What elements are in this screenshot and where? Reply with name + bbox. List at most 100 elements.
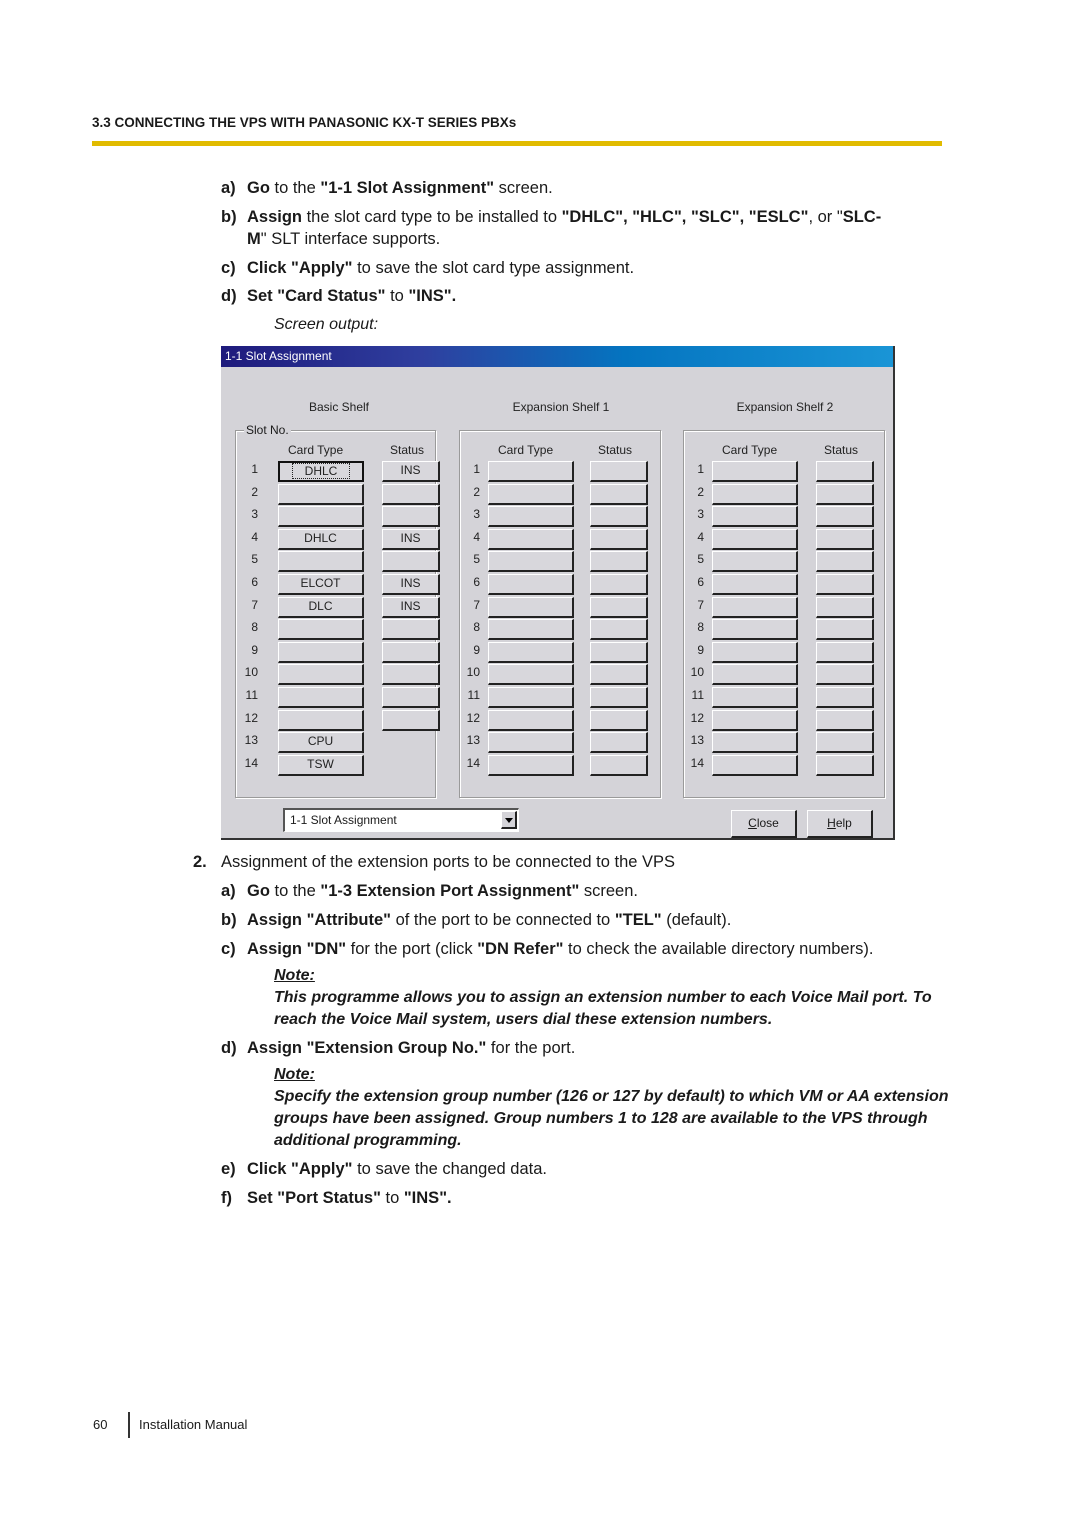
status-button[interactable] [816,687,874,708]
screen-select[interactable]: 1-1 Slot Assignment [283,808,519,832]
help-button-label: Help [827,816,852,830]
card-type-button[interactable] [712,687,798,708]
help-button[interactable]: Help [807,810,873,838]
card-type-button[interactable] [488,551,574,573]
card-type-button[interactable] [712,664,798,686]
status-button[interactable]: INS [382,574,440,595]
status-button[interactable] [816,641,874,663]
card-type-button[interactable]: ELCOT [278,574,364,595]
step-label: e) [221,1160,236,1178]
card-type-button[interactable] [488,709,574,731]
status-button[interactable] [590,596,648,618]
window-titlebar[interactable]: 1-1 Slot Assignment [221,346,893,367]
status-button[interactable] [590,687,648,708]
card-type-button[interactable] [278,709,364,731]
status-button[interactable] [382,641,440,663]
card-type-button[interactable] [488,596,574,618]
status-button[interactable] [590,461,648,482]
card-type-button[interactable] [712,596,798,618]
status-button[interactable] [382,687,440,708]
card-type-button[interactable] [278,641,364,663]
card-type-button[interactable]: CPU [278,732,364,754]
card-type-button[interactable] [488,574,574,595]
status-button[interactable] [590,528,648,550]
status-button[interactable]: INS [382,528,440,550]
part2-step-d: d) Assign "Extension Group No." for the p… [221,1038,575,1058]
card-type-button[interactable] [712,506,798,528]
status-button[interactable] [590,709,648,731]
card-type-button[interactable] [712,641,798,663]
col-header-status: Status [390,443,425,457]
col-header-card-type: Card Type [288,443,344,457]
status-button[interactable] [590,483,648,505]
card-type-button[interactable]: DHLC [278,461,364,482]
card-type-button[interactable]: TSW [278,754,364,776]
status-button[interactable] [590,574,648,595]
status-button[interactable] [816,574,874,595]
status-button[interactable]: INS [382,461,440,482]
status-button[interactable] [382,483,440,505]
text: screen. [494,179,553,197]
status-button[interactable] [816,709,874,731]
status-button[interactable] [590,506,648,528]
card-type-button[interactable] [278,664,364,686]
card-type-button[interactable] [488,641,574,663]
status-button[interactable] [816,619,874,641]
status-button[interactable] [382,709,440,731]
card-type-button[interactable] [712,574,798,595]
status-button[interactable]: INS [382,596,440,618]
status-button[interactable] [590,754,648,776]
col-header-card-type: Card Type [722,443,778,457]
card-type-button[interactable] [712,709,798,731]
status-button[interactable] [590,551,648,573]
status-button[interactable] [590,732,648,754]
slot-number: 9 [697,642,704,657]
card-type-button[interactable] [278,506,364,528]
status-button[interactable] [816,732,874,754]
card-type-button[interactable] [488,528,574,550]
card-type-button[interactable] [488,483,574,505]
card-type-button[interactable] [712,483,798,505]
status-button[interactable] [590,619,648,641]
text: screen. [579,882,638,900]
card-type-button[interactable] [488,732,574,754]
status-button[interactable] [382,506,440,528]
card-type-button[interactable] [488,619,574,641]
card-type-button[interactable] [712,551,798,573]
card-type-button[interactable] [712,528,798,550]
card-type-button[interactable] [488,506,574,528]
status-button[interactable] [816,551,874,573]
status-button[interactable] [590,664,648,686]
card-type-button[interactable] [488,754,574,776]
card-type-button[interactable] [278,551,364,573]
status-button[interactable] [382,664,440,686]
card-type-button[interactable] [488,687,574,708]
card-type-button[interactable] [488,461,574,482]
chevron-down-icon[interactable] [501,811,517,829]
status-button[interactable] [382,619,440,641]
card-type-button[interactable]: DHLC [278,528,364,550]
text: to the [269,179,321,197]
slot-number: 7 [697,597,704,612]
status-button[interactable] [590,641,648,663]
card-type-button[interactable] [278,619,364,641]
card-type-button[interactable] [278,483,364,505]
status-button[interactable] [816,528,874,550]
status-button[interactable] [816,483,874,505]
card-type-button[interactable] [712,461,798,482]
status-button[interactable] [816,664,874,686]
status-button[interactable] [816,461,874,482]
card-type-button[interactable] [488,664,574,686]
status-button[interactable] [816,754,874,776]
status-button[interactable] [382,551,440,573]
screen-output-label: Screen output: [274,316,379,333]
card-type-button[interactable] [712,732,798,754]
card-type-button[interactable] [712,754,798,776]
status-button[interactable] [816,506,874,528]
card-type-button[interactable]: DLC [278,596,364,618]
status-button[interactable] [816,596,874,618]
card-type-button[interactable] [278,687,364,708]
card-type-button[interactable] [712,619,798,641]
col-header-card-type: Card Type [498,443,554,457]
close-button[interactable]: Close [731,810,797,838]
